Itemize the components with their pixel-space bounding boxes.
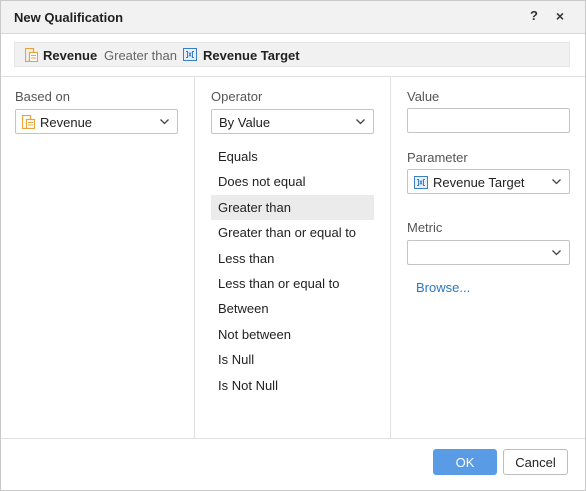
chevron-down-icon <box>160 119 169 125</box>
operator-item-not-between[interactable]: Not between <box>211 322 374 347</box>
value-input[interactable] <box>407 108 570 133</box>
value-label: Value <box>407 89 440 104</box>
operator-item-greater-than-or-equal[interactable]: Greater than or equal to <box>211 220 374 245</box>
operator-label: Operator <box>211 89 263 104</box>
operator-mode-value: By Value <box>219 115 271 130</box>
based-on-select[interactable]: Revenue <box>15 109 178 134</box>
based-on-value: Revenue <box>40 115 93 130</box>
operator-item-less-than[interactable]: Less than <box>211 246 374 271</box>
operator-item-is-null[interactable]: Is Null <box>211 347 374 372</box>
dialog-titlebar: New Qualification ? × <box>1 1 585 34</box>
qualification-summary: Revenue Greater than Revenue Target <box>14 42 570 67</box>
operator-item-between[interactable]: Between <box>211 296 374 321</box>
metric-select[interactable] <box>407 240 570 265</box>
metric-label: Metric <box>407 220 443 235</box>
new-qualification-dialog: New Qualification ? × Revenue Greater th… <box>0 0 586 491</box>
column-divider <box>194 77 195 439</box>
operator-list: Equals Does not equal Greater than Great… <box>211 144 374 398</box>
footer-divider <box>1 438 585 439</box>
operator-item-does-not-equal[interactable]: Does not equal <box>211 169 374 194</box>
parameter-icon <box>414 176 428 189</box>
cancel-button[interactable]: Cancel <box>503 449 568 475</box>
ok-button[interactable]: OK <box>433 449 497 475</box>
parameter-value: Revenue Target <box>433 175 525 190</box>
operator-mode-select[interactable]: By Value <box>211 109 374 134</box>
column-divider <box>390 77 391 439</box>
based-on-label: Based on <box>15 89 70 104</box>
header-divider <box>1 76 585 77</box>
chevron-down-icon <box>552 250 561 256</box>
chevron-down-icon <box>356 119 365 125</box>
dialog-title: New Qualification <box>14 10 124 25</box>
attribute-icon <box>22 115 35 129</box>
summary-operator: Greater than <box>104 48 177 63</box>
summary-target: Revenue Target <box>203 48 300 63</box>
browse-link[interactable]: Browse... <box>416 280 470 295</box>
close-button[interactable]: × <box>553 7 567 25</box>
operator-item-equals[interactable]: Equals <box>211 144 374 169</box>
operator-item-is-not-null[interactable]: Is Not Null <box>211 373 374 398</box>
chevron-down-icon <box>552 179 561 185</box>
summary-field: Revenue <box>43 48 98 63</box>
parameter-label: Parameter <box>407 150 468 165</box>
operator-item-less-than-or-equal[interactable]: Less than or equal to <box>211 271 374 296</box>
parameter-icon <box>183 48 197 61</box>
attribute-icon <box>25 48 38 62</box>
parameter-select[interactable]: Revenue Target <box>407 169 570 194</box>
operator-item-greater-than[interactable]: Greater than <box>211 194 374 221</box>
help-button[interactable]: ? <box>527 7 541 25</box>
